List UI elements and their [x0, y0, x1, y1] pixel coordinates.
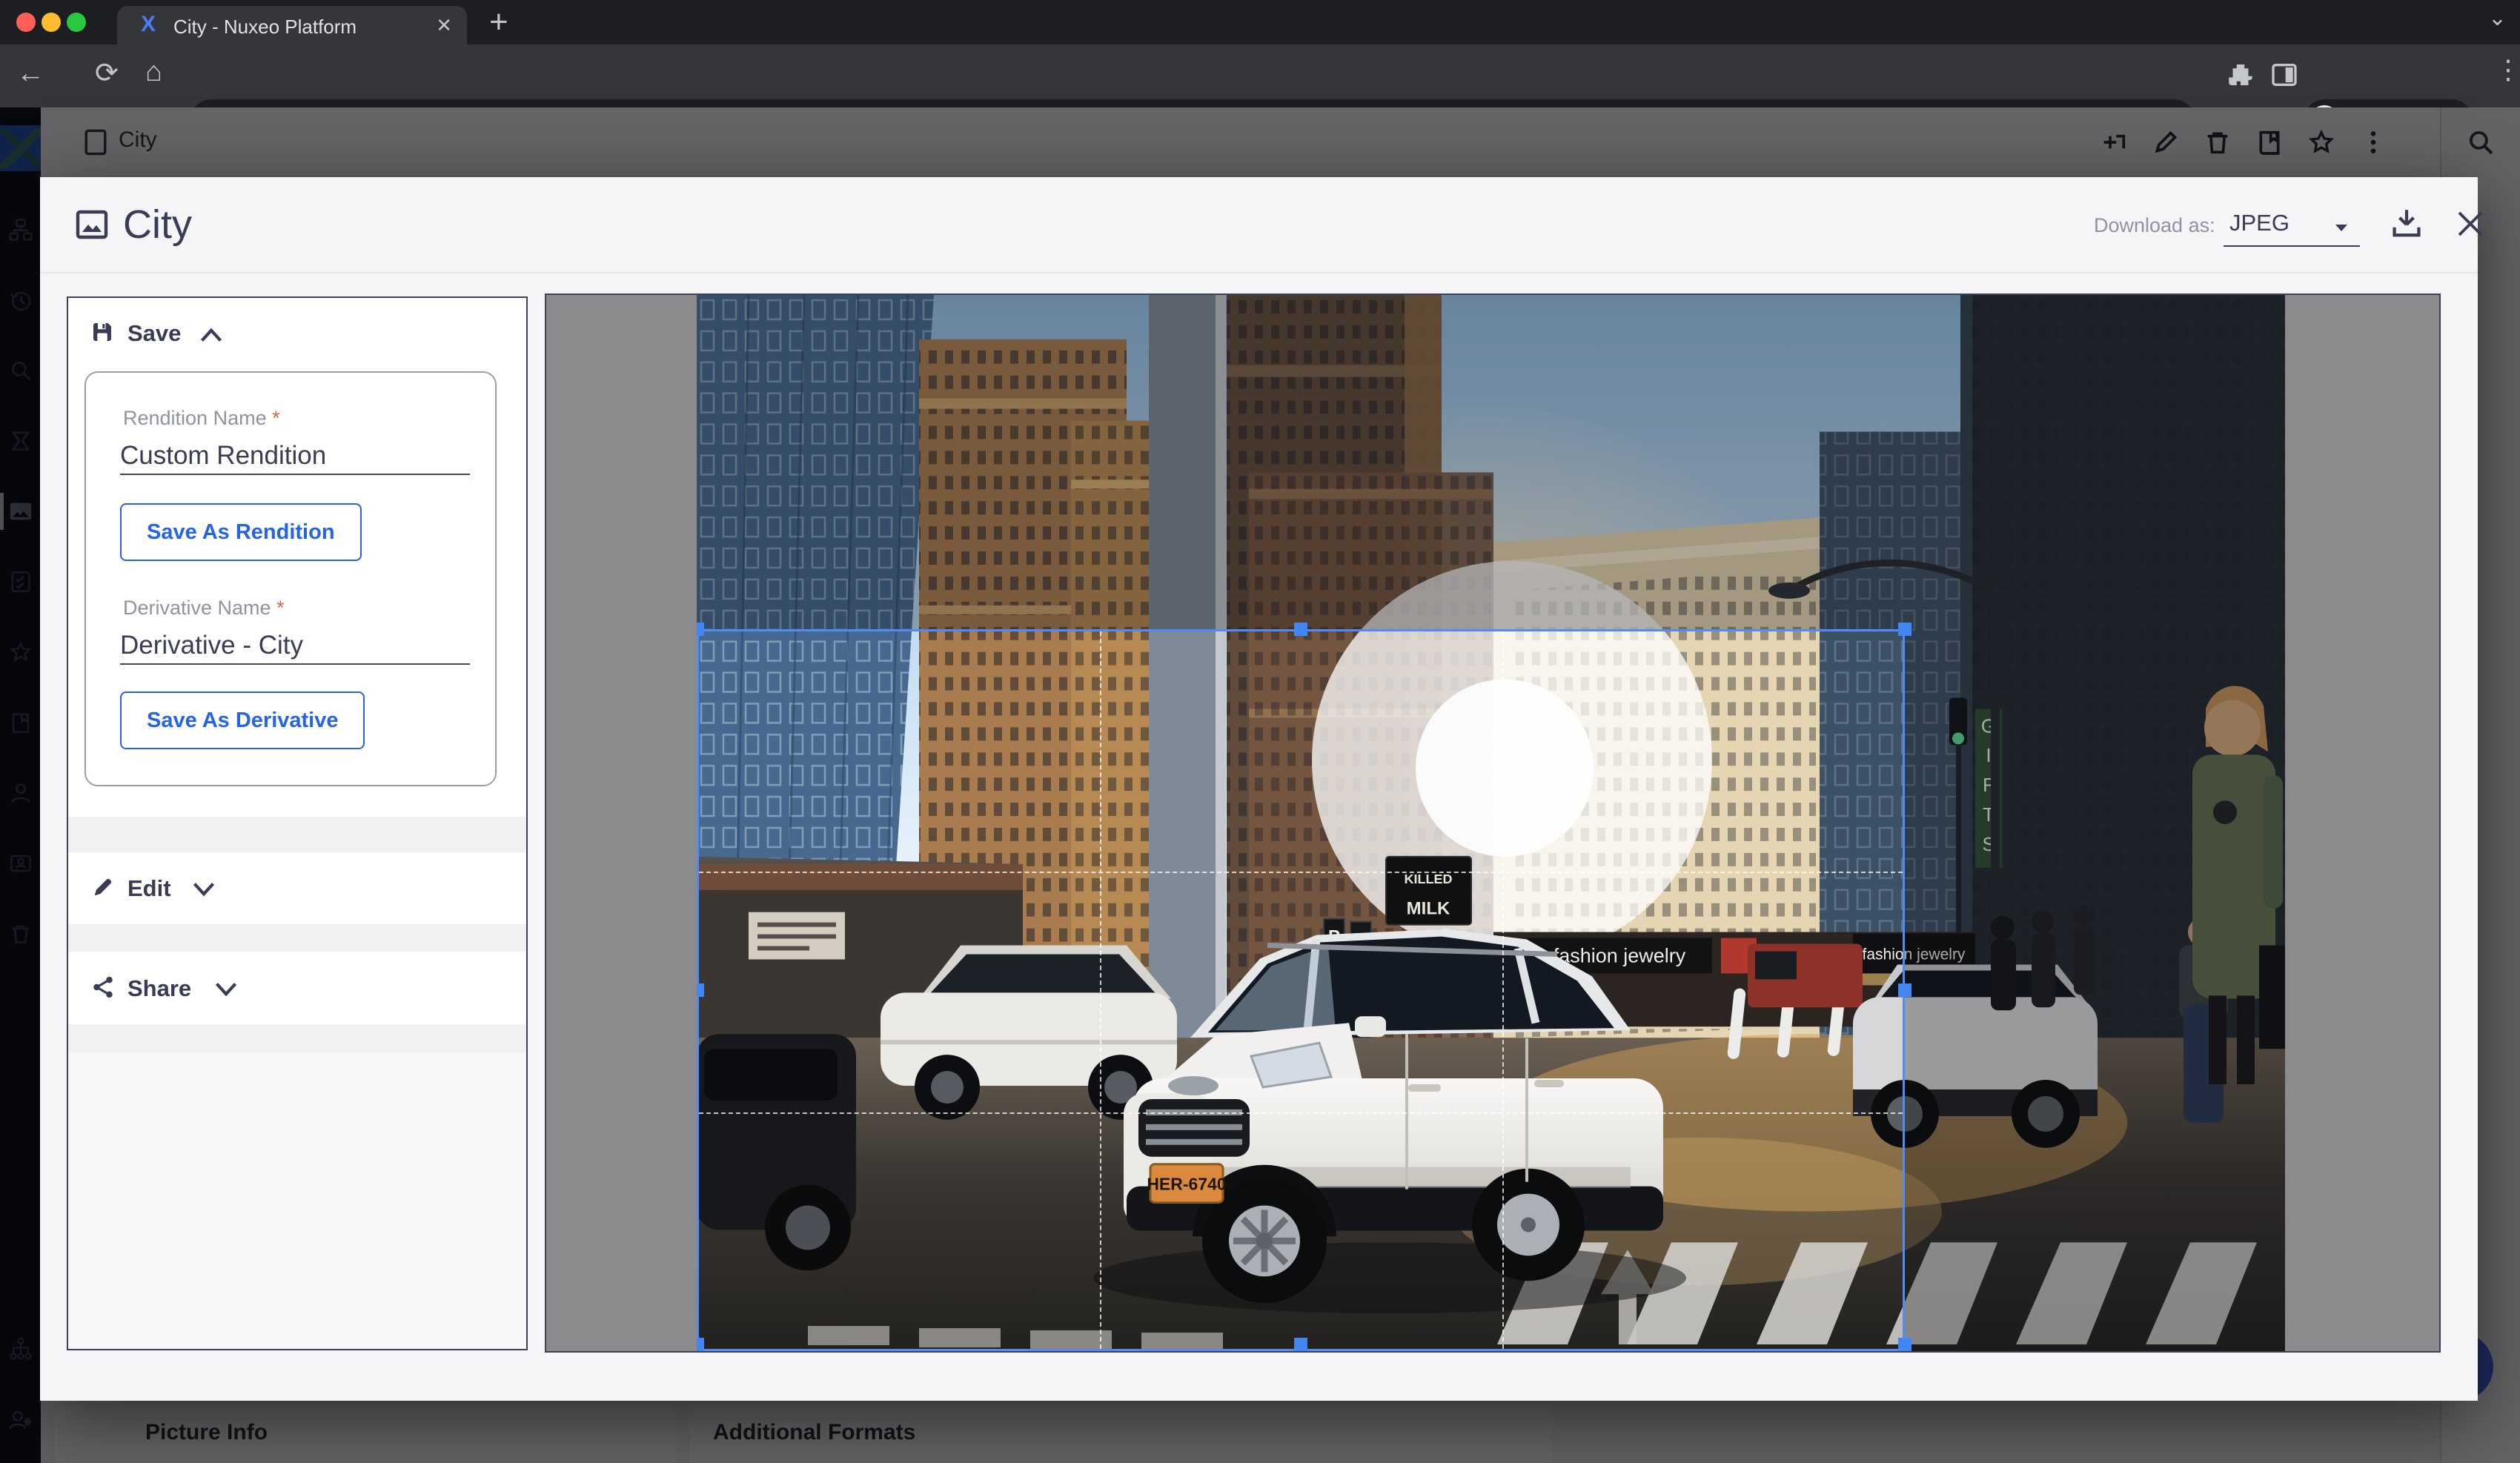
- browser-toolbar: ← ⟳ ⌂ platform-nmm-pr-29-preview.platfor…: [0, 44, 2520, 107]
- share-header[interactable]: Share: [127, 975, 191, 1002]
- edit-header[interactable]: Edit: [127, 875, 171, 902]
- crop-handle-nw[interactable]: [697, 623, 704, 636]
- traffic-light-zoom[interactable]: [67, 13, 86, 32]
- rendition-name-label: Rendition Name *: [123, 407, 280, 430]
- tools-panel: Save Rendition Name * Save As Rendition …: [67, 296, 528, 1350]
- required-asterisk: *: [276, 597, 285, 619]
- format-select[interactable]: JPEG: [2224, 207, 2360, 247]
- crop-handle-w[interactable]: [697, 983, 704, 997]
- format-value: JPEG: [2229, 210, 2289, 236]
- side-panel-icon[interactable]: [2269, 60, 2299, 90]
- crop-handle-s[interactable]: [1294, 1338, 1307, 1351]
- download-icon[interactable]: [2387, 204, 2427, 244]
- chevron-up-icon[interactable]: [200, 328, 222, 342]
- back-button[interactable]: ←: [16, 59, 44, 87]
- share-icon: [90, 975, 116, 1000]
- tab-close-icon[interactable]: ✕: [436, 14, 452, 37]
- crop-thirds-line: [1100, 631, 1101, 1349]
- chevron-down-icon[interactable]: [193, 882, 215, 897]
- screen: X City - Nuxeo Platform ✕ + ⌄ ← ⟳ ⌂ plat…: [0, 0, 2520, 1463]
- crop-handle-se[interactable]: [1898, 1338, 1911, 1351]
- save-header[interactable]: Save: [127, 320, 181, 347]
- crop-handle-e[interactable]: [1898, 983, 1911, 997]
- tab-title: City - Nuxeo Platform: [173, 16, 357, 39]
- home-button[interactable]: ⌂: [145, 58, 162, 86]
- chevron-down-icon: [2332, 220, 2351, 235]
- crop-handle-n[interactable]: [1294, 623, 1307, 636]
- crop-thirds-line: [1502, 631, 1504, 1349]
- required-asterisk: *: [272, 407, 280, 429]
- edit-pencil-icon: [90, 875, 116, 900]
- crop-thirds-line: [699, 872, 1903, 873]
- derivative-name-label: Derivative Name *: [123, 597, 285, 620]
- crop-thirds-line: [699, 1112, 1903, 1114]
- save-as-derivative-button[interactable]: Save As Derivative: [120, 691, 365, 749]
- crop-dim-top: [697, 295, 2285, 629]
- browser-menu-icon[interactable]: ⋮: [2495, 56, 2520, 83]
- crop-handle-sw[interactable]: [697, 1338, 704, 1351]
- image-editor-modal: City Download as: JPEG Save: [40, 177, 2478, 1401]
- extensions-puzzle-icon[interactable]: [2225, 59, 2256, 90]
- save-section: Save Rendition Name * Save As Rendition …: [68, 298, 526, 817]
- save-as-rendition-button[interactable]: Save As Rendition: [120, 503, 362, 561]
- image-icon: [74, 207, 110, 242]
- crop-dim-right: [1905, 629, 2285, 1351]
- new-tab-button[interactable]: +: [489, 6, 508, 39]
- modal-header: City Download as: JPEG: [40, 177, 2478, 273]
- reload-button[interactable]: ⟳: [95, 59, 119, 87]
- close-icon[interactable]: [2453, 207, 2487, 241]
- traffic-light-close[interactable]: [16, 13, 36, 32]
- rendition-name-input[interactable]: [120, 438, 470, 475]
- tab-search-chevron-icon[interactable]: ⌄: [2488, 7, 2507, 30]
- download-as-label: Download as:: [2094, 214, 2215, 237]
- browser-tabstrip: X City - Nuxeo Platform ✕ + ⌄: [0, 0, 2520, 44]
- chevron-down-icon[interactable]: [215, 982, 237, 997]
- browser-tab[interactable]: X City - Nuxeo Platform ✕: [117, 6, 467, 44]
- share-section[interactable]: Share: [68, 952, 526, 1024]
- crop-handle-ne[interactable]: [1898, 623, 1911, 636]
- image-viewer: GIFTS KILLED: [545, 293, 2441, 1353]
- modal-title: City: [123, 202, 192, 248]
- edit-section[interactable]: Edit: [68, 852, 526, 924]
- traffic-light-minimize[interactable]: [42, 13, 61, 32]
- city-photo[interactable]: GIFTS KILLED: [697, 295, 2285, 1351]
- derivative-name-input[interactable]: [120, 628, 470, 665]
- save-form-card: Rendition Name * Save As Rendition Deriv…: [84, 371, 497, 786]
- nuxeo-favicon-icon: X: [141, 12, 156, 37]
- crop-selection[interactable]: [697, 629, 1905, 1351]
- panel-empty-area: [68, 1052, 526, 1349]
- save-floppy-icon: [89, 319, 116, 345]
